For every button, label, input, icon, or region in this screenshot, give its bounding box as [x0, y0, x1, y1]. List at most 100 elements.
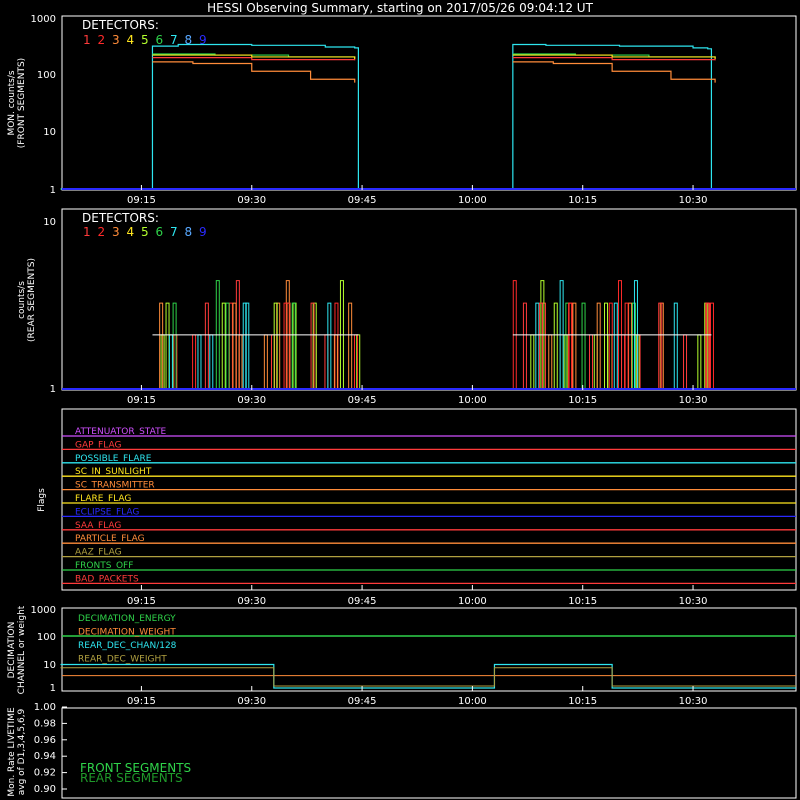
- rear-count-spike: [608, 302, 613, 389]
- rear-ylabel-line1: counts/s: [17, 281, 27, 319]
- rear-count-spike: [263, 334, 268, 389]
- dec-ytick-1: 1: [50, 683, 56, 694]
- front-series: [60, 43, 796, 190]
- rear-panel: counts/s (REAR SEGMENTS) 1 10 DETECTORS:…: [17, 208, 797, 406]
- x-tick-label: 10:15: [568, 395, 597, 406]
- front-ylabel-line2: (FRONT SEGMENTS): [17, 58, 27, 148]
- flag-label-sc_in_sunlight: SC_IN_SUNLIGHT: [75, 467, 152, 477]
- flag-rows: ATTENUATOR_STATE GAP_FLAG POSSIBLE_FLARE SC…: [62, 427, 796, 584]
- rear-count-spike: [709, 302, 714, 389]
- rear-count-spike: [628, 302, 633, 389]
- front-series-3: [152, 56, 356, 61]
- rear-count-spike: [242, 302, 247, 389]
- rear-count-spike: [165, 302, 170, 389]
- rear-count-spike: [522, 302, 527, 389]
- dec-ytick-1000: 1000: [31, 605, 56, 616]
- rear-dec-weight-line: [60, 667, 796, 687]
- flag-label-bad_packets: BAD_PACKETS: [75, 574, 139, 584]
- rear-count-spike: [581, 302, 586, 389]
- rear-detectors-label: DETECTORS:: [82, 211, 159, 225]
- livetime-legend-rear: REAR SEGMENTS: [80, 771, 183, 785]
- x-tick-label: 09:45: [348, 596, 377, 607]
- rear-count-spike: [273, 302, 278, 389]
- x-tick-label: 10:00: [458, 696, 487, 707]
- flags-panel: Flags ATTENUATOR_STATE GAP_FLAG POSSIBLE_F…: [37, 408, 797, 607]
- x-tick-label: 10:15: [568, 696, 597, 707]
- rear-ytick-1: 1: [50, 384, 56, 395]
- livetime-ytick: 0.94: [34, 751, 56, 762]
- x-tick-label: 09:15: [127, 596, 156, 607]
- detector-number-3: 3: [112, 33, 120, 47]
- x-tick-label: 09:45: [348, 195, 377, 206]
- x-tick-label: 09:15: [127, 395, 156, 406]
- flag-label-saa_flag: SAA_FLAG: [75, 521, 121, 531]
- detector-number-2: 2: [98, 225, 106, 239]
- rear-count-spike: [624, 302, 629, 389]
- decimation-ylabel-line1: DECIMATION: [7, 622, 17, 679]
- rear-count-spike: [683, 334, 688, 389]
- detector-number-1: 1: [83, 225, 91, 239]
- rear-count-spike: [548, 334, 553, 389]
- front-ytick-1000: 1000: [31, 14, 56, 25]
- livetime-ytick: 0.98: [34, 718, 56, 729]
- dec-ytick-100: 100: [37, 632, 56, 643]
- decimation-legend-2: REAR_DEC_CHAN/128: [78, 641, 177, 651]
- front-series-orbit2-2: [512, 56, 716, 61]
- detector-number-7: 7: [170, 225, 178, 239]
- flag-label-aaz_flag: AAZ_FLAG: [75, 548, 122, 558]
- x-tick-label: 10:30: [679, 696, 708, 707]
- flag-label-fronts_off: FRONTS_OFF: [75, 561, 133, 571]
- livetime-ytick: 0.90: [34, 784, 56, 795]
- front-ytick-10: 10: [43, 127, 56, 138]
- detector-number-6: 6: [156, 33, 164, 47]
- rear-count-spike: [238, 334, 243, 389]
- x-tick-label: 09:45: [348, 696, 377, 707]
- front-ytick-100: 100: [37, 70, 56, 81]
- x-tick-label: 10:15: [568, 195, 597, 206]
- detector-number-2: 2: [98, 33, 106, 47]
- decimation-series: DECIMATION_ENERGY DECIMATION_WEIGHT REAR_D…: [60, 614, 796, 689]
- rear-series: [152, 280, 714, 389]
- flag-label-sc_transmitter: SC_TRANSMITTER: [75, 481, 155, 491]
- rear-count-spike: [353, 334, 358, 389]
- decimation-legend-1: DECIMATION_WEIGHT: [78, 628, 176, 638]
- front-panel: MON. counts/s (FRONT SEGMENTS) 1 10 100 …: [7, 14, 797, 206]
- rear-count-spike: [168, 334, 173, 389]
- flag-label-flare_flag: FLARE_FLAG: [75, 494, 131, 504]
- x-tick-label: 10:00: [458, 195, 487, 206]
- livetime-ylabel-line2: avg of D1,3,4,5,6,9: [17, 708, 27, 795]
- rear-count-spike: [348, 302, 353, 389]
- rear-count-spike: [613, 302, 618, 389]
- x-tick-label: 09:45: [348, 395, 377, 406]
- flags-x-ticks: 09:15 09:30 09:45 10:00 10:15 10:30: [127, 585, 707, 607]
- dec-ytick-10: 10: [43, 660, 56, 671]
- rear-count-spike: [228, 302, 233, 389]
- flag-label-particle_flag: PARTICLE_FLAG: [75, 534, 145, 544]
- front-detectors-label: DETECTORS:: [82, 18, 159, 32]
- x-tick-label: 10:30: [679, 596, 708, 607]
- flag-label-gap_flag: GAP_FLAG: [75, 440, 121, 450]
- detector-number-7: 7: [170, 33, 178, 47]
- detector-number-6: 6: [156, 225, 164, 239]
- rear-count-spike: [568, 302, 573, 389]
- front-series-2: [152, 61, 356, 83]
- front-series-0: [60, 43, 796, 190]
- rear-count-spike: [225, 302, 230, 389]
- rear-count-spike: [588, 334, 593, 389]
- rear-count-spike: [604, 302, 609, 389]
- flag-label-eclipse_flag: ECLIPSE_FLAG: [75, 507, 139, 517]
- front-ylabel-line1: MON. counts/s: [7, 70, 17, 135]
- rear-count-spike: [221, 302, 226, 389]
- rear-count-spike: [197, 334, 202, 389]
- decimation-legend-0: DECIMATION_ENERGY: [78, 614, 176, 624]
- rear-count-spike: [596, 302, 601, 389]
- rear-count-spike: [333, 334, 338, 389]
- detector-number-3: 3: [112, 225, 120, 239]
- rear-count-spike: [535, 302, 540, 389]
- x-tick-label: 09:15: [127, 195, 156, 206]
- rear-ylabel-line2: (REAR SEGMENTS): [27, 258, 37, 342]
- rear-count-spike: [209, 334, 214, 389]
- detector-number-5: 5: [141, 225, 149, 239]
- x-tick-label: 09:15: [127, 696, 156, 707]
- rear-count-spike: [673, 302, 678, 389]
